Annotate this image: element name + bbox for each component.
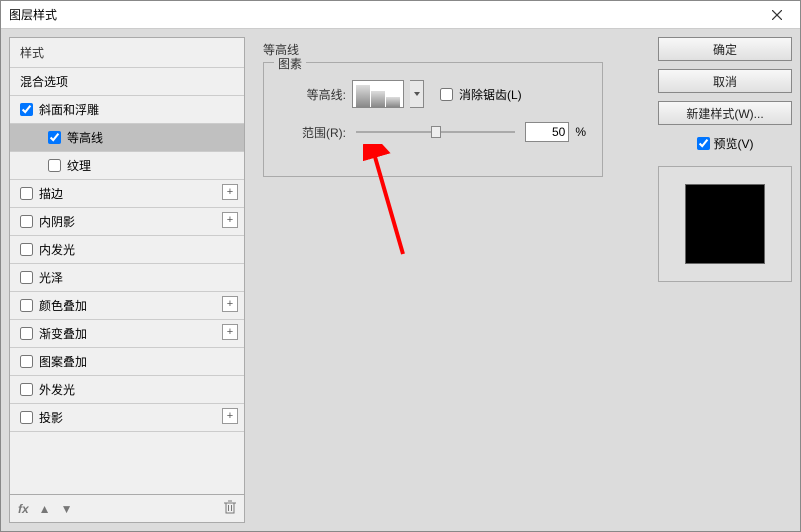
cancel-button[interactable]: 取消 — [658, 69, 792, 93]
preview-label: 预览(V) — [714, 135, 754, 152]
range-slider[interactable] — [356, 125, 515, 139]
add-icon[interactable]: + — [222, 408, 238, 424]
contour-picker[interactable] — [352, 80, 404, 108]
main-panel: 等高线 图素 等高线: 消除锯齿(L) — [253, 37, 650, 523]
style-satin[interactable]: 光泽 — [10, 264, 244, 292]
contour-dropdown[interactable] — [410, 80, 424, 108]
contour-label: 等高线: — [280, 86, 346, 103]
style-label: 斜面和浮雕 — [39, 101, 99, 118]
range-input[interactable] — [525, 122, 569, 142]
contour-row: 等高线: 消除锯齿(L) — [280, 80, 586, 108]
ok-label: 确定 — [713, 41, 737, 58]
style-label: 渐变叠加 — [39, 325, 87, 342]
color-overlay-checkbox[interactable] — [20, 299, 33, 312]
new-style-label: 新建样式(W)... — [686, 105, 763, 122]
style-texture[interactable]: 纹理 — [10, 152, 244, 180]
style-gradient-overlay[interactable]: 渐变叠加 + — [10, 320, 244, 348]
cancel-label: 取消 — [713, 73, 737, 90]
gradient-overlay-checkbox[interactable] — [20, 327, 33, 340]
dialog-body: 样式 混合选项 斜面和浮雕 等高线 纹理 描边 — [1, 29, 800, 531]
drop-shadow-checkbox[interactable] — [20, 411, 33, 424]
antialias-checkbox[interactable] — [440, 88, 453, 101]
styles-sidebar: 样式 混合选项 斜面和浮雕 等高线 纹理 描边 — [9, 37, 245, 523]
bevel-checkbox[interactable] — [20, 103, 33, 116]
close-button[interactable] — [762, 3, 792, 27]
style-label: 投影 — [39, 409, 63, 426]
style-label: 外发光 — [39, 381, 75, 398]
close-icon — [772, 10, 782, 20]
titlebar: 图层样式 — [1, 1, 800, 29]
preview-checkbox[interactable] — [697, 137, 710, 150]
styles-header: 样式 — [10, 38, 244, 68]
preview-swatch — [685, 184, 765, 264]
fieldset-legend: 图素 — [274, 55, 306, 72]
style-label: 混合选项 — [20, 73, 68, 90]
style-inner-shadow[interactable]: 内阴影 + — [10, 208, 244, 236]
add-icon[interactable]: + — [222, 296, 238, 312]
style-stroke[interactable]: 描边 + — [10, 180, 244, 208]
satin-checkbox[interactable] — [20, 271, 33, 284]
layer-style-dialog: 图层样式 样式 混合选项 斜面和浮雕 等高线 — [0, 0, 801, 532]
style-blend-options[interactable]: 混合选项 — [10, 68, 244, 96]
pattern-overlay-checkbox[interactable] — [20, 355, 33, 368]
range-row: 范围(R): % — [280, 122, 586, 142]
add-icon[interactable]: + — [222, 212, 238, 228]
trash-icon[interactable] — [224, 500, 236, 517]
style-label: 描边 — [39, 185, 63, 202]
style-outer-glow[interactable]: 外发光 — [10, 376, 244, 404]
style-inner-glow[interactable]: 内发光 — [10, 236, 244, 264]
style-label: 等高线 — [67, 129, 103, 146]
window-title: 图层样式 — [9, 6, 57, 23]
arrow-up-icon[interactable]: ▲ — [39, 502, 51, 516]
style-label: 颜色叠加 — [39, 297, 87, 314]
antialias-label: 消除锯齿(L) — [459, 86, 522, 103]
outer-glow-checkbox[interactable] — [20, 383, 33, 396]
ok-button[interactable]: 确定 — [658, 37, 792, 61]
style-label: 内阴影 — [39, 213, 75, 230]
preview-toggle[interactable]: 预览(V) — [658, 135, 792, 152]
elements-fieldset: 图素 等高线: 消除锯齿(L) 范围(R): — [263, 62, 603, 177]
percent-label: % — [575, 125, 586, 139]
texture-checkbox[interactable] — [48, 159, 61, 172]
sidebar-footer: fx ▲ ▼ — [10, 494, 244, 522]
style-bevel-emboss[interactable]: 斜面和浮雕 — [10, 96, 244, 124]
style-drop-shadow[interactable]: 投影 + — [10, 404, 244, 432]
range-label: 范围(R): — [280, 124, 346, 141]
right-column: 确定 取消 新建样式(W)... 预览(V) — [658, 37, 792, 523]
style-label: 内发光 — [39, 241, 75, 258]
preview-box — [658, 166, 792, 282]
style-label: 光泽 — [39, 269, 63, 286]
fx-label[interactable]: fx — [18, 502, 29, 516]
style-list: 样式 混合选项 斜面和浮雕 等高线 纹理 描边 — [10, 38, 244, 494]
style-color-overlay[interactable]: 颜色叠加 + — [10, 292, 244, 320]
add-icon[interactable]: + — [222, 324, 238, 340]
contour-checkbox[interactable] — [48, 131, 61, 144]
style-pattern-overlay[interactable]: 图案叠加 — [10, 348, 244, 376]
group-title: 等高线 — [263, 41, 640, 58]
style-label: 图案叠加 — [39, 353, 87, 370]
stroke-checkbox[interactable] — [20, 187, 33, 200]
style-label: 纹理 — [67, 157, 91, 174]
add-icon[interactable]: + — [222, 184, 238, 200]
arrow-down-icon[interactable]: ▼ — [61, 502, 73, 516]
style-contour[interactable]: 等高线 — [10, 124, 244, 152]
new-style-button[interactable]: 新建样式(W)... — [658, 101, 792, 125]
inner-glow-checkbox[interactable] — [20, 243, 33, 256]
inner-shadow-checkbox[interactable] — [20, 215, 33, 228]
